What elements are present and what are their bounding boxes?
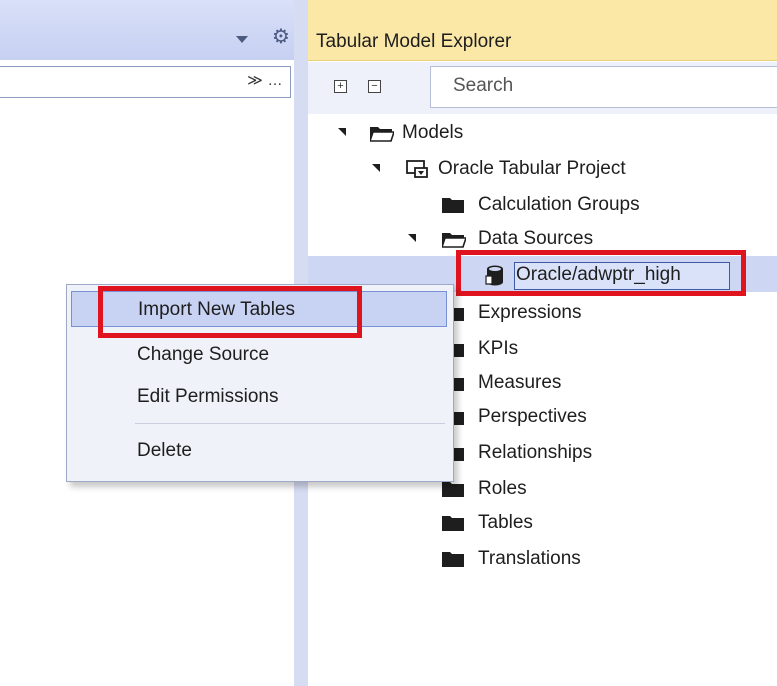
menu-separator (135, 423, 445, 424)
tree-item-label: Measures (478, 372, 562, 393)
left-pane-toolbar: ≫ … (0, 66, 291, 98)
tree-item-label: Tables (478, 512, 533, 533)
tree-item-label: KPIs (478, 338, 519, 359)
folder-icon (442, 552, 464, 567)
left-pane-titlebar: ⚙ (0, 0, 306, 60)
tree-item-label: Relationships (478, 442, 593, 463)
tree-item-label: Models (402, 122, 464, 143)
tree-item-label: Calculation Groups (478, 194, 640, 215)
gear-icon[interactable]: ⚙ (272, 27, 290, 47)
tree-item-translations[interactable]: Translations (308, 542, 777, 576)
search-box[interactable] (430, 66, 777, 108)
menu-item-delete[interactable]: Delete (71, 433, 447, 469)
more-options-button[interactable]: … (266, 69, 284, 93)
menu-item-edit-permissions[interactable]: Edit Permissions (71, 379, 447, 415)
open-folder-icon (442, 233, 466, 248)
collapse-all-button[interactable]: − (368, 80, 381, 93)
folder-icon (442, 482, 464, 497)
highlight-box-import-new-tables (98, 286, 362, 338)
folder-icon (442, 516, 464, 531)
search-input[interactable] (431, 67, 775, 105)
tree-item-label: Translations (478, 548, 581, 569)
tree-item-project[interactable]: Oracle Tabular Project (308, 152, 777, 186)
explorer-title: Tabular Model Explorer (316, 31, 512, 52)
tree-item-label: Roles (478, 478, 527, 499)
tree-item-tables[interactable]: Tables (308, 506, 777, 540)
explorer-titlebar: Tabular Model Explorer (308, 0, 777, 61)
tree-item-label: Oracle Tabular Project (438, 158, 626, 179)
folder-icon (442, 198, 464, 213)
tree-item-label: Perspectives (478, 406, 587, 427)
open-folder-icon (370, 127, 394, 142)
tree-item-label: Expressions (478, 302, 582, 323)
tree-item-models[interactable]: Models (308, 116, 777, 150)
highlight-box-selected-source (456, 250, 746, 296)
project-icon (406, 160, 428, 178)
expand-all-button[interactable]: + (334, 80, 347, 93)
expanded-arrow-icon[interactable] (338, 128, 346, 136)
expanded-arrow-icon[interactable] (372, 164, 380, 172)
expanded-arrow-icon[interactable] (408, 234, 416, 242)
overflow-chevron-button[interactable]: ≫ (246, 69, 264, 93)
explorer-toolbar: + − (308, 62, 777, 114)
menu-item-change-source[interactable]: Change Source (71, 337, 447, 373)
tree-item-calculation-groups[interactable]: Calculation Groups (308, 188, 777, 222)
window-position-dropdown-icon[interactable] (236, 36, 248, 43)
